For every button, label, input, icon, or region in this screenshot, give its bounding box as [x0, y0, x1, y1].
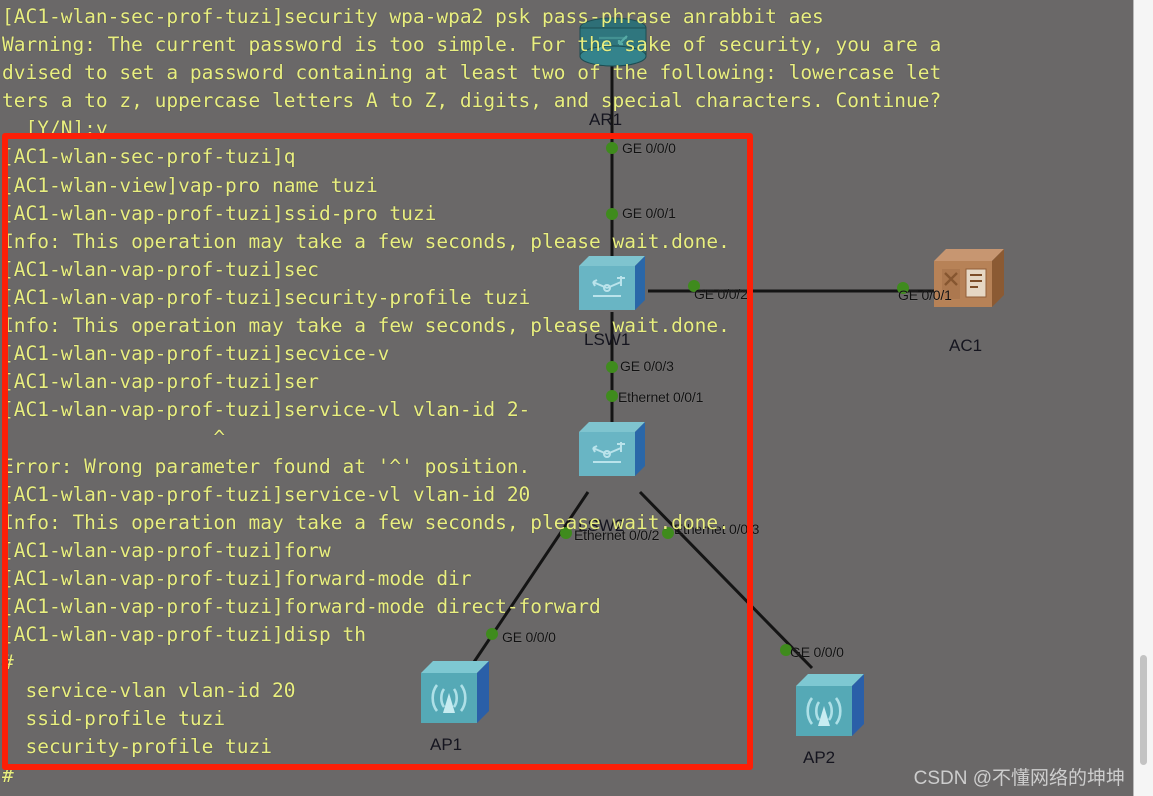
device-label-ac1: AC1	[949, 336, 983, 355]
csdn-watermark: CSDN @不懂网络的坤坤	[913, 768, 1125, 789]
scrollbar-thumb[interactable]	[1140, 655, 1147, 765]
port-label-ge-0-0-1-ac1: GE 0/0/1	[898, 287, 952, 303]
device-label-ar1: AR1	[589, 110, 623, 129]
router-icon	[579, 17, 647, 67]
port-label-ge-0-0-0-ap2: GE 0/0/0	[790, 644, 844, 660]
screenshot-root: AR1 LSW1 AC1 LSW2 AP1 AP2 GE 0/0/0 GE 0/…	[0, 0, 1153, 796]
access-point-icon	[796, 674, 864, 736]
vertical-scrollbar[interactable]	[1133, 0, 1153, 796]
annotation-rectangle	[2, 133, 753, 770]
device-label-ap2: AP2	[803, 748, 836, 767]
